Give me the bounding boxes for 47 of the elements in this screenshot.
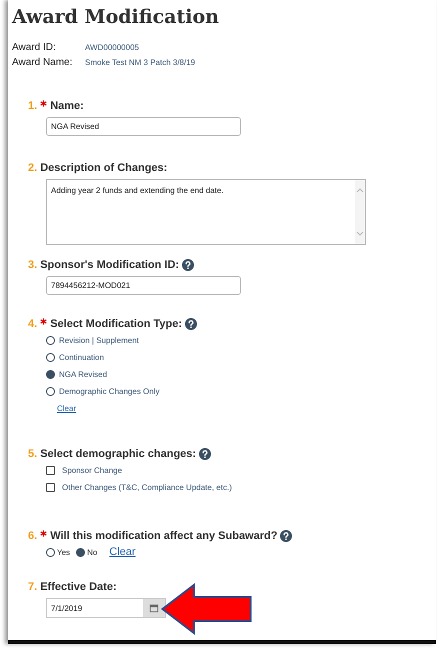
question-label: Description of Changes: [40,162,168,174]
question-number: 3. [28,259,38,271]
question-number: 6. [28,530,38,542]
info-label: Award ID: [12,41,57,55]
question-label: Sponsor's Modification ID: [40,259,180,271]
checkbox[interactable] [46,466,55,475]
question-number: 7. [28,581,38,593]
info-value: Smoke Test NM 3 Patch 3/8/19 [85,57,196,69]
option-label: Demographic Changes Only [59,387,160,396]
option-label: No [87,548,98,556]
help-icon[interactable] [185,318,197,330]
radio-button[interactable] [46,387,55,396]
question-number: 5. [28,448,38,460]
radio-button[interactable] [46,548,55,556]
option-label: Other Changes (T&C, Compliance Update, etc.) [62,483,232,492]
page-title: Award Modification [12,6,220,28]
info-value: AWD00000005 [85,42,139,54]
help-icon[interactable] [199,448,212,460]
option-label: NGA Revised [59,370,108,379]
clear-link[interactable]: Clear [109,546,136,558]
calendar-icon[interactable] [149,603,159,613]
radio-button[interactable] [46,370,55,379]
help-icon[interactable] [182,259,194,271]
description-field[interactable]: Adding year 2 funds and extending the end date. [46,179,366,245]
question-label: Name: [50,100,84,112]
question-label: Select Modification Type: [50,318,182,330]
question-number: 2. [28,162,38,174]
question-label: Select demographic changes: [40,448,196,460]
question-label: Will this modification affect any Subaward? [50,530,278,542]
option-label: Yes [57,548,70,556]
radio-button[interactable] [76,548,86,556]
clear-link[interactable]: Clear [57,404,76,413]
option-label: Continuation [59,353,104,362]
option-label: Sponsor Change [62,466,122,475]
radio-button[interactable] [46,353,55,362]
radio-button[interactable] [46,336,55,345]
option-label: Revision | Supplement [59,336,139,345]
question-number: 4. [28,318,38,330]
text-field[interactable]: NGA Revised [46,117,241,136]
checkbox[interactable] [46,483,55,492]
question-number: 1. [28,100,38,112]
date-field[interactable]: 7/1/2019 [46,598,166,618]
scrollbar-icon[interactable] [355,180,365,244]
text-field[interactable]: 7894456212-MOD021 [46,276,241,295]
question-label: Effective Date: [40,581,117,593]
help-icon[interactable] [280,530,292,542]
info-label: Award Name: [12,56,74,70]
